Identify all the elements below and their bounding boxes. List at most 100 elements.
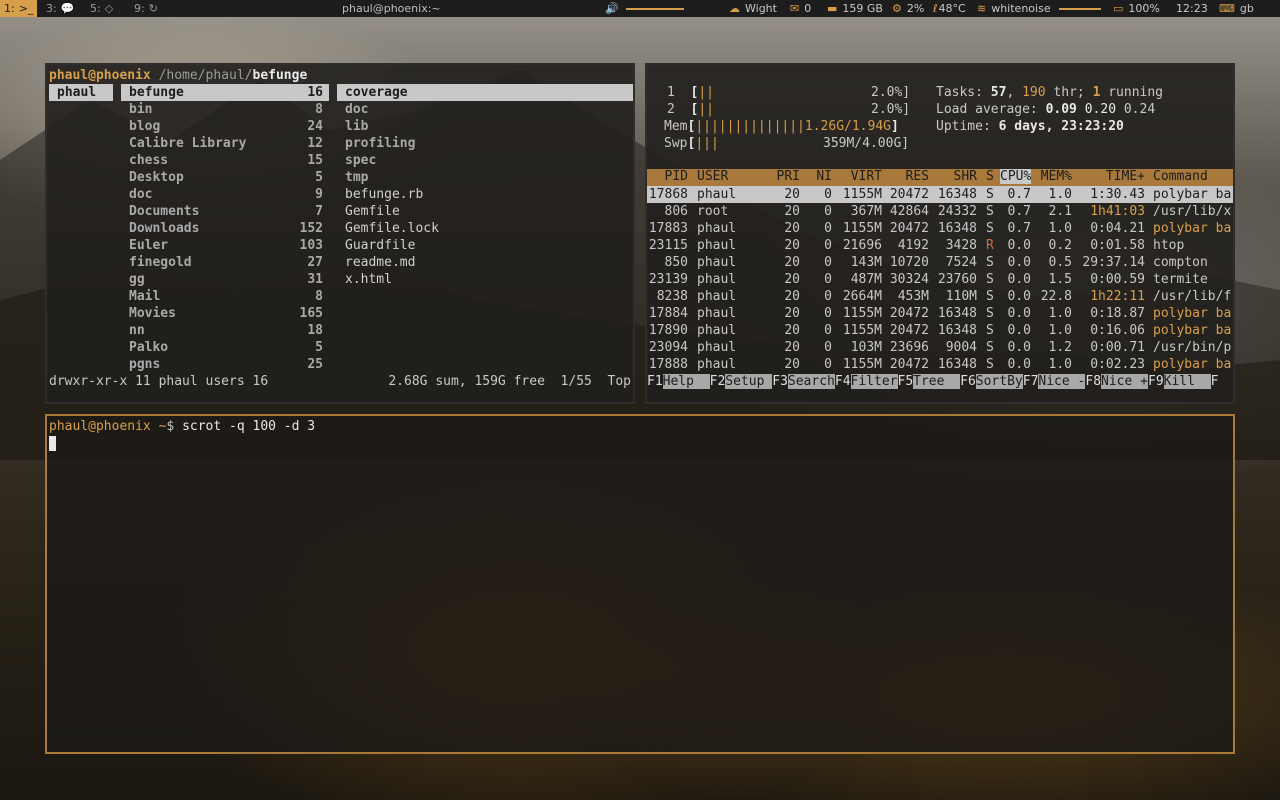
terminal-window[interactable]: phaul@phoenix ~$ scrot -q 100 -d 3 (45, 414, 1235, 754)
column-header-cpu[interactable]: CPU% (1000, 169, 1032, 184)
column-header-virt[interactable]: VIRT (851, 169, 882, 184)
fkey-f5[interactable]: F5Tree (898, 373, 961, 390)
column-header-ni[interactable]: NI (816, 169, 832, 184)
process-cpu: 0.0 (1007, 357, 1031, 372)
process-mem: 0.5 (1048, 255, 1072, 270)
workspace-5[interactable]: 5: ◇ (86, 0, 117, 17)
workspace-3[interactable]: 3: 💬 (42, 0, 78, 17)
ranger-dir-item[interactable]: Palko 5 (121, 339, 329, 356)
ranger-dir-item[interactable]: blog 24 (121, 118, 329, 135)
htop-window[interactable]: 1 [|| 2.0%] 2 [|| 2.0%] Mem[||||||||||||… (645, 63, 1235, 404)
column-header-shr[interactable]: SHR (954, 169, 977, 184)
fkey-f1[interactable]: F1Help (647, 373, 710, 390)
dir-name: pgns (129, 357, 161, 372)
process-command: polybar ba (1153, 323, 1232, 338)
process-row[interactable]: 850 phaul 20 0 143M 10720 7524 S 0.0 0.5 29:37.14 c… (647, 254, 1233, 271)
workspace-9[interactable]: 9: ↻ (130, 0, 162, 17)
column-header-pri[interactable]: PRI (777, 169, 800, 184)
process-virt: 1155M (842, 187, 882, 202)
fkey-f9[interactable]: F9Kill (1148, 373, 1211, 390)
parent-dir-selected[interactable]: phaul (49, 84, 113, 101)
preview-dir-item[interactable]: spec (337, 152, 633, 169)
cpu1-meter: 1 [|| (667, 85, 714, 100)
process-row[interactable]: 23139 phaul 20 0 487M 30324 23760 S 0.0 1.5 0:00.5… (647, 271, 1233, 288)
process-virt: 1155M (842, 306, 882, 321)
column-header-res[interactable]: RES (906, 169, 929, 184)
preview-file-item[interactable]: Gemfile.lock (337, 220, 633, 237)
ranger-dir-item[interactable]: Calibre Library 12 (121, 135, 329, 152)
column-header-s[interactable]: S (986, 169, 994, 184)
fkey-f8[interactable]: F8Nice + (1085, 373, 1148, 390)
process-shr: 16348 (937, 323, 977, 338)
ranger-window[interactable]: phaul@phoenix /home/phaul/befunge phaul … (45, 63, 635, 404)
process-row[interactable]: 17883 phaul 20 0 1155M 20472 16348 S 0.7 1.0 0:04.… (647, 220, 1233, 237)
ranger-dir-item[interactable]: Movies 165 (121, 305, 329, 322)
fkey-f4[interactable]: F4Filter (835, 373, 898, 390)
mail-item[interactable]: ✉ 0 (790, 0, 811, 17)
workspace-1[interactable]: 1: >_ (0, 0, 38, 17)
fkey-key: F8 (1085, 374, 1102, 389)
fkey-f7[interactable]: F7Nice - (1023, 373, 1086, 390)
process-row[interactable]: 17888 phaul 20 0 1155M 20472 16348 S 0.0 1.0 0:02.… (647, 356, 1233, 373)
fkey-label: Search (787, 374, 835, 389)
ranger-dir-item[interactable]: gg 31 (121, 271, 329, 288)
process-row[interactable]: 17868 phaul 20 0 1155M 20472 16348 S 0.7 1.0 1:30.… (647, 186, 1233, 203)
fkey-key: F7 (1022, 374, 1039, 389)
preview-dir-item[interactable]: doc (337, 101, 633, 118)
ranger-dir-item[interactable]: befunge 16 (121, 84, 329, 101)
volume-slider[interactable] (626, 8, 684, 10)
keyboard-layout[interactable]: ⌨ gb (1219, 0, 1254, 17)
preview-file-item[interactable]: Guardfile (337, 237, 633, 254)
preview-dir-item[interactable]: profiling (337, 135, 633, 152)
wifi-item[interactable]: ≋ whitenoise (977, 0, 1051, 17)
fkey-f3[interactable]: F3Search (772, 373, 835, 390)
process-s: S (986, 357, 994, 372)
ranger-dir-item[interactable]: finegold 27 (121, 254, 329, 271)
preview-dir-item[interactable]: tmp (337, 169, 633, 186)
process-row[interactable]: 17884 phaul 20 0 1155M 20472 16348 S 0.0 1.0 0:18.… (647, 305, 1233, 322)
volume-icon[interactable]: 🔊 (605, 0, 624, 17)
process-mem: 1.0 (1048, 357, 1072, 372)
ranger-dir-item[interactable]: Euler 103 (121, 237, 329, 254)
fkey-f6[interactable]: F6SortBy (960, 373, 1023, 390)
column-header-command[interactable]: Command (1153, 169, 1208, 184)
dir-count: 165 (299, 306, 323, 321)
column-header-time[interactable]: TIME+ (1106, 169, 1145, 184)
ranger-dir-item[interactable]: Mail 8 (121, 288, 329, 305)
column-header-mem[interactable]: MEM% (1041, 169, 1072, 184)
dir-count: 24 (307, 119, 323, 134)
battery-icon: ▭ (1113, 2, 1124, 15)
preview-dir-name: coverage (345, 85, 408, 100)
ranger-dir-item[interactable]: pgns 25 (121, 356, 329, 373)
process-row[interactable]: 23094 phaul 20 0 103M 23696 9004 S 0.0 1.2 0:00.71… (647, 339, 1233, 356)
process-row[interactable]: 8238 phaul 20 0 2664M 453M 110M S 0.0 22.8 1h22:11… (647, 288, 1233, 305)
preview-file-item[interactable]: befunge.rb (337, 186, 633, 203)
ranger-dir-item[interactable]: chess 15 (121, 152, 329, 169)
ranger-dir-item[interactable]: doc 9 (121, 186, 329, 203)
dir-name: Palko (129, 340, 169, 355)
process-row[interactable]: 23115 phaul 20 0 21696 4192 3428 R 0.0 0.2 0:01.58… (647, 237, 1233, 254)
preview-file-item[interactable]: readme.md (337, 254, 633, 271)
fkey-f2[interactable]: F2Setup (710, 373, 773, 390)
ranger-dir-item[interactable]: Documents 7 (121, 203, 329, 220)
preview-dir-item[interactable]: lib (337, 118, 633, 135)
column-header-user[interactable]: USER (697, 169, 728, 184)
preview-file-item[interactable]: Gemfile (337, 203, 633, 220)
process-pri: 20 (784, 187, 800, 202)
ranger-dir-item[interactable]: Downloads 152 (121, 220, 329, 237)
preview-dir-item[interactable]: coverage (337, 84, 633, 101)
process-s: S (986, 306, 994, 321)
ranger-dir-item[interactable]: nn 18 (121, 322, 329, 339)
uptime-line: Uptime: 6 days, 23:23:20 (936, 119, 1124, 134)
ranger-dir-item[interactable]: Desktop 5 (121, 169, 329, 186)
preview-file-item[interactable]: x.html (337, 271, 633, 288)
process-ni: 0 (824, 187, 832, 202)
ranger-dir-item[interactable]: bin 8 (121, 101, 329, 118)
dir-count: 25 (307, 357, 323, 372)
process-shr: 16348 (937, 187, 977, 202)
fkey-f[interactable]: F (1211, 373, 1219, 390)
process-time: 1:30.43 (1090, 187, 1145, 202)
process-row[interactable]: 806 root 20 0 367M 42864 24332 S 0.7 2.1 1h41:03/u… (647, 203, 1233, 220)
process-row[interactable]: 17890 phaul 20 0 1155M 20472 16348 S 0.0 1.0 0:16.… (647, 322, 1233, 339)
column-header-pid[interactable]: PID (665, 169, 688, 184)
